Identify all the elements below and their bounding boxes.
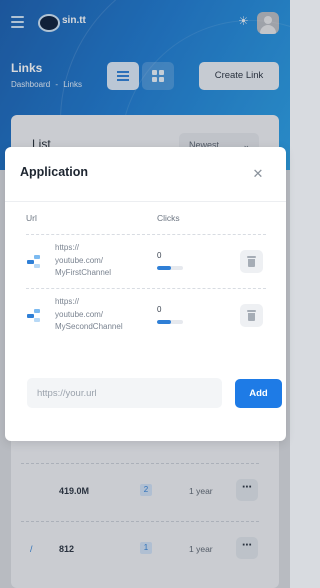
link-url-line: MySecondChannel <box>55 322 123 331</box>
list-item: https:// youtube.com/ MyFirstChannel 0 <box>5 241 286 295</box>
click-progress-bar <box>157 266 183 270</box>
column-header-url: Url <box>26 213 37 223</box>
click-count: 0 <box>157 251 162 260</box>
close-icon[interactable]: ✕ <box>250 166 266 182</box>
modal-divider <box>5 201 286 202</box>
trash-icon <box>247 310 256 321</box>
modal-title: Application <box>20 165 89 179</box>
link-url-line: youtube.com/ <box>55 255 104 265</box>
link-icon <box>27 309 41 323</box>
add-button[interactable]: Add <box>235 379 282 408</box>
trash-icon <box>247 256 256 267</box>
list-item: https:// youtube.com/ MySecondChannel 0 <box>5 295 286 349</box>
link-icon <box>27 255 41 269</box>
click-progress-fill <box>157 320 172 324</box>
url-input[interactable] <box>27 378 222 408</box>
link-url-line: https:// <box>55 297 80 306</box>
click-progress-bar <box>157 320 183 324</box>
link-url-line: https:// <box>55 243 80 252</box>
click-progress-fill <box>157 266 172 270</box>
application-modal: Application ✕ Url Clicks https:// youtub… <box>5 147 286 441</box>
delete-link-button[interactable] <box>240 250 263 273</box>
link-url[interactable]: https:// youtube.com/ MyFirstChannel <box>55 242 150 280</box>
click-count: 0 <box>157 305 162 314</box>
link-url-line: MyFirstChannel <box>55 268 112 277</box>
row-divider <box>26 234 266 235</box>
link-url-line: youtube.com/ <box>55 309 104 319</box>
delete-link-button[interactable] <box>240 304 263 327</box>
column-header-clicks: Clicks <box>157 213 180 223</box>
row-divider <box>26 288 266 289</box>
link-url[interactable]: https:// youtube.com/ MySecondChannel <box>55 296 150 334</box>
